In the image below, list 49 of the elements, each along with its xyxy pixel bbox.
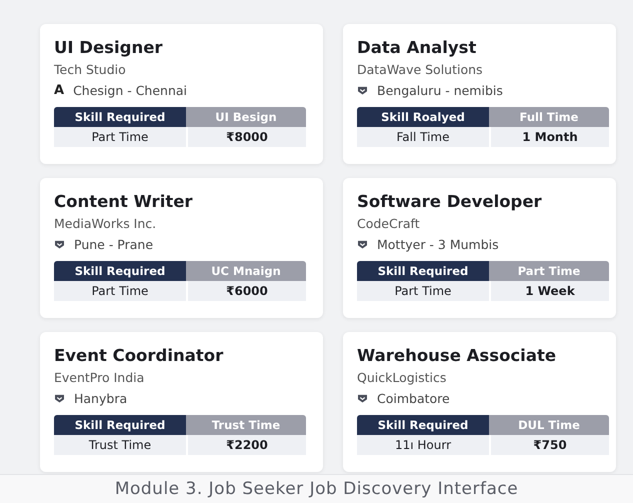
tag-icon xyxy=(54,394,65,403)
table-header: Part Time xyxy=(489,261,609,281)
table-header: Trust Time xyxy=(186,415,306,435)
location-icon: A xyxy=(54,83,64,98)
table-header: UI Besign xyxy=(186,107,306,127)
table-cell: Part Time xyxy=(54,281,186,301)
table-header: Full Time xyxy=(489,107,609,127)
table-header: Skill Required xyxy=(357,261,489,281)
table-cell: Fall Time xyxy=(357,127,489,147)
caption: Module 3. Job Seeker Job Discovery Interface xyxy=(114,479,518,499)
location-text: Chesign - Chennai xyxy=(73,83,188,98)
job-title: Software Developer xyxy=(357,192,543,211)
table-cell: ₹8000 xyxy=(188,127,306,147)
table-cell: Part Time xyxy=(54,127,186,147)
tag-icon xyxy=(357,86,368,95)
table-cell: Trust Time xyxy=(54,435,186,455)
job-title: Warehouse Associate xyxy=(357,346,558,365)
location-text: Bengaluru - nemibis xyxy=(377,83,503,98)
location-text: Pune - Prane xyxy=(74,237,154,252)
company-name: CodeCraft xyxy=(357,216,421,231)
job-title: UI Designer xyxy=(54,38,164,57)
table-cell: ₹2200 xyxy=(188,435,306,455)
company-name: DataWave Solutions xyxy=(357,62,484,77)
company-name: Tech Studio xyxy=(54,62,127,77)
table-cell: Part Time xyxy=(357,281,489,301)
table-cell: ₹6000 xyxy=(188,281,306,301)
table-cell: 11ı Hourr xyxy=(357,435,489,455)
location-text: Coimbatore xyxy=(377,391,450,406)
table-header: Skill Required xyxy=(54,107,186,127)
job-title: Content Writer xyxy=(54,192,194,211)
table-cell: 1 Week xyxy=(491,281,609,301)
table-header: Skill Required xyxy=(357,415,489,435)
table-cell: ₹750 xyxy=(491,435,609,455)
company-name: EventPro India xyxy=(54,370,146,385)
table-header: Skill Roalyed xyxy=(357,107,489,127)
table-header: Skill Required xyxy=(54,415,186,435)
location-text: Mottyer - 3 Mumbis xyxy=(377,237,499,252)
company-name: QuickLogistics xyxy=(357,370,448,385)
table-cell: 1 Month xyxy=(491,127,609,147)
table-header: UC Mnaign xyxy=(186,261,306,281)
tag-icon xyxy=(357,394,368,403)
company-name: MediaWorks Inc. xyxy=(54,216,158,231)
tag-icon xyxy=(357,240,368,249)
tag-icon xyxy=(54,240,65,249)
job-title: Data Analyst xyxy=(357,38,478,57)
location-text: Hanybra xyxy=(74,391,128,406)
table-header: Skill Required xyxy=(54,261,186,281)
table-header: DUL Time xyxy=(489,415,609,435)
job-title: Event Coordinator xyxy=(54,346,224,365)
